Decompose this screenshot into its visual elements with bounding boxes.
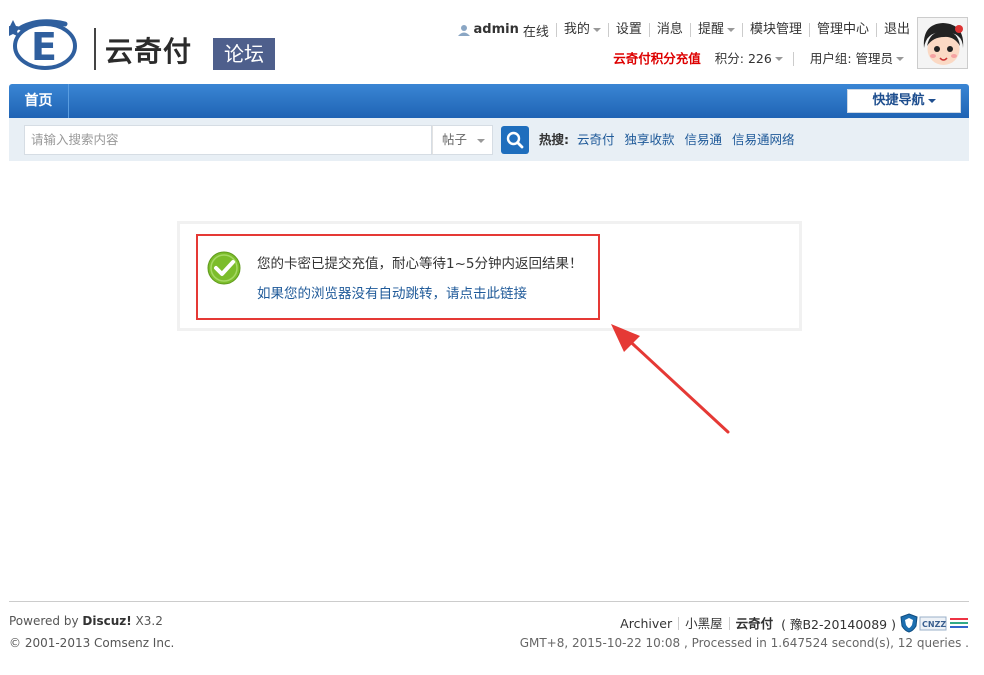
user-info: admin 在线 xyxy=(457,21,556,40)
chevron-down-icon xyxy=(592,27,601,32)
site-logo[interactable]: E 云奇付 论坛 xyxy=(9,14,275,72)
avatar-image xyxy=(918,18,967,68)
footer-stats: GMT+8, 2015-10-22 10:08 , Processed in 1… xyxy=(519,636,969,650)
search-input[interactable]: 请输入搜索内容 xyxy=(24,125,432,155)
user-icon xyxy=(457,25,470,36)
svg-text:CNZZ: CNZZ xyxy=(922,620,946,629)
credits-menu[interactable]: 积分: 226 xyxy=(715,48,794,67)
user-stats-bar: 云奇付积分充值 积分: 226 用户组: 管理员 xyxy=(613,48,904,66)
status-message: 您的卡密已提交充值，耐心等待1~5分钟内返回结果！ xyxy=(257,256,583,272)
annotation-arrow-icon xyxy=(611,324,730,434)
chevron-down-icon xyxy=(774,57,783,61)
recharge-link[interactable]: 云奇付积分充值 xyxy=(613,48,701,67)
hot-term[interactable]: 独享收款 xyxy=(624,132,674,147)
footer-powered-by: Powered by Discuz! X3.2 xyxy=(9,614,163,628)
annotation-highlight-box xyxy=(196,234,600,320)
topnav-notices[interactable]: 提醒 xyxy=(689,23,742,37)
chevron-down-icon xyxy=(477,138,486,143)
username-link[interactable]: admin xyxy=(474,23,519,37)
search-button[interactable] xyxy=(501,126,529,154)
chevron-down-icon xyxy=(726,27,735,32)
hot-term[interactable]: 云奇付 xyxy=(577,132,615,147)
footer-divider xyxy=(9,601,969,602)
chevron-down-icon xyxy=(927,98,936,103)
main-navbar: 首页 快捷导航 xyxy=(9,84,969,118)
discuz-link[interactable]: Discuz! xyxy=(82,614,131,628)
hot-term[interactable]: 信易通网络 xyxy=(732,132,795,147)
logo-subtitle: 论坛 xyxy=(213,38,275,70)
online-status: 在线 xyxy=(522,24,549,40)
avatar[interactable] xyxy=(917,17,968,69)
topnav-admin-center[interactable]: 管理中心 xyxy=(808,23,876,37)
search-bar: 请输入搜索内容 帖子 热搜: 云奇付 独享收款 信易通 信易通网络 xyxy=(9,118,969,161)
user-group-menu[interactable]: 用户组: 管理员 xyxy=(810,48,904,67)
hot-term[interactable]: 信易通 xyxy=(684,132,722,147)
hot-search-label: 热搜: xyxy=(539,132,569,147)
topnav-logout[interactable]: 退出 xyxy=(875,23,910,37)
logo-mark-icon: E xyxy=(9,19,77,70)
logo-name: 云奇付 xyxy=(105,35,193,68)
nav-home[interactable]: 首页 xyxy=(9,84,69,118)
search-type-select[interactable]: 帖子 xyxy=(432,125,493,155)
icp-number: ( 豫B2-20140089 ) xyxy=(781,617,896,632)
topnav-my[interactable]: 我的 xyxy=(555,23,608,37)
footer-links: Archiver 小黑屋 云奇付 ( 豫B2-20140089 ) xyxy=(614,614,896,633)
footer-link-site[interactable]: 云奇付 xyxy=(728,617,780,630)
redirect-link[interactable]: 如果您的浏览器没有自动跳转，请点击此链接 xyxy=(257,282,527,302)
footer-link-archiver[interactable]: Archiver xyxy=(614,617,678,630)
user-topnav: admin 在线 我的 设置 消息 提醒 模块管理 管理中心 退出 xyxy=(457,21,910,40)
footer-link-blacklist[interactable]: 小黑屋 xyxy=(678,617,729,630)
svg-text:E: E xyxy=(31,25,57,69)
topnav-settings[interactable]: 设置 xyxy=(607,23,649,37)
stats-bars-icon xyxy=(950,618,968,628)
success-check-icon xyxy=(207,251,241,285)
topnav-messages[interactable]: 消息 xyxy=(648,23,690,37)
search-icon xyxy=(506,131,524,149)
logo-divider xyxy=(94,28,96,70)
shield-icon xyxy=(900,613,918,633)
hot-search: 热搜: 云奇付 独享收款 信易通 信易通网络 xyxy=(539,125,801,155)
quick-nav-button[interactable]: 快捷导航 xyxy=(847,89,961,113)
footer-copyright: © 2001-2013 Comsenz Inc. xyxy=(9,636,175,650)
topnav-module-admin[interactable]: 模块管理 xyxy=(741,23,809,37)
footer-badges: CNZZ xyxy=(900,613,968,633)
chevron-down-icon xyxy=(896,57,904,61)
